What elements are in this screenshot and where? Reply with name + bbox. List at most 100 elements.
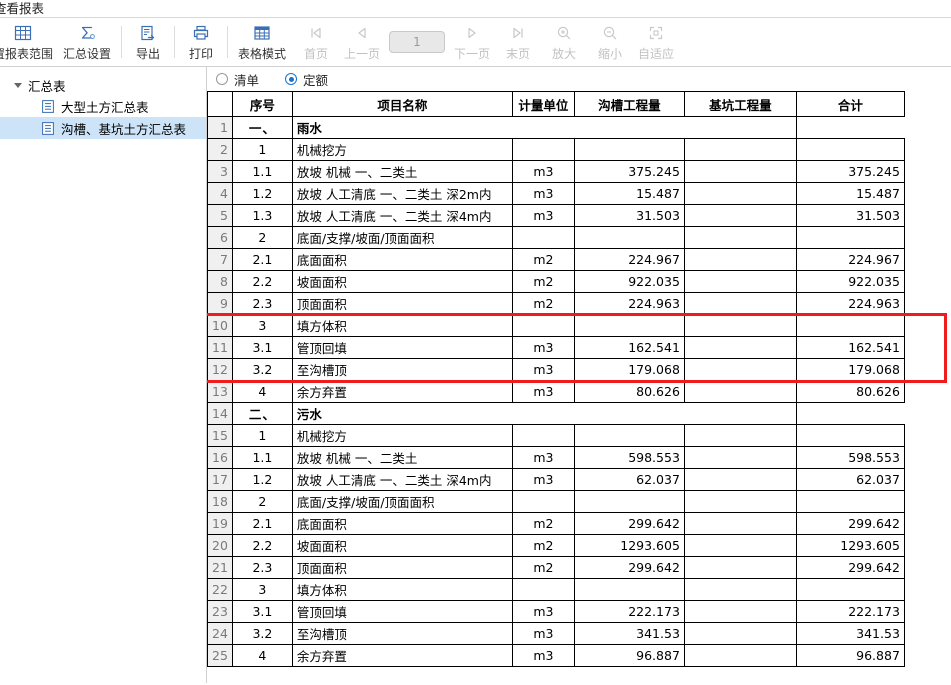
cell-name[interactable]: 污水 [291, 402, 797, 425]
table-row[interactable]: 15 1 机械挖方 [207, 424, 905, 447]
cell-name[interactable]: 放坡 人工清底 一、二类土 深2m内 [291, 182, 513, 205]
table-row[interactable]: 9 2.3 顶面面积 m2 224.963 224.963 [207, 292, 905, 315]
cell-total[interactable]: 162.541 [795, 336, 905, 359]
cell-unit[interactable] [511, 490, 575, 513]
cell-trench-qty[interactable]: 96.887 [573, 644, 685, 667]
cell-trench-qty[interactable] [573, 226, 685, 249]
radio-indicator-selected[interactable] [285, 73, 298, 85]
cell-pit-qty[interactable] [683, 622, 797, 645]
row-number-gutter[interactable]: 2 [207, 138, 233, 161]
cell-unit[interactable]: m3 [511, 380, 575, 403]
cell-total[interactable]: 80.626 [795, 380, 905, 403]
sidebar-item-large-earthwork[interactable]: 大型土方汇总表 [0, 95, 206, 117]
table-row[interactable]: 20 2.2 坡面面积 m2 1293.605 1293.605 [207, 534, 905, 557]
column-header-trench[interactable]: 沟槽工程量 [573, 91, 685, 117]
table-row[interactable]: 25 4 余方弃置 m3 96.887 96.887 [207, 644, 905, 667]
cell-name[interactable]: 坡面面积 [291, 534, 513, 557]
cell-seq[interactable]: 2.2 [231, 270, 293, 293]
cell-unit[interactable]: m2 [511, 292, 575, 315]
cell-name[interactable]: 至沟槽顶 [291, 622, 513, 645]
cell-unit[interactable]: m3 [511, 336, 575, 359]
cell-seq[interactable]: 1.2 [231, 182, 293, 205]
row-number-gutter[interactable]: 8 [207, 270, 233, 293]
chevron-down-icon[interactable] [14, 82, 22, 88]
cell-pit-qty[interactable] [683, 138, 797, 161]
row-number-gutter[interactable]: 6 [207, 226, 233, 249]
table-row[interactable]: 19 2.1 底面面积 m2 299.642 299.642 [207, 512, 905, 535]
cell-seq[interactable]: 1.1 [231, 160, 293, 183]
toolbar-button-zoom-in[interactable]: 放大 [541, 18, 587, 66]
radio-option-qingdan[interactable]: 清单 [216, 70, 259, 89]
row-number-gutter[interactable]: 1 [207, 116, 233, 139]
tree-root-summary-tables[interactable]: 汇总表 [0, 75, 206, 95]
sidebar-item-trench-pit-earthwork[interactable]: 沟槽、基坑土方汇总表 [0, 117, 206, 139]
row-number-gutter[interactable]: 4 [207, 182, 233, 205]
cell-seq[interactable]: 1.3 [231, 204, 293, 227]
cell-seq[interactable]: 4 [231, 380, 293, 403]
cell-name[interactable]: 机械挖方 [291, 138, 513, 161]
cell-total[interactable]: 598.553 [795, 446, 905, 469]
cell-name[interactable]: 管顶回填 [291, 336, 513, 359]
row-number-gutter[interactable]: 20 [207, 534, 233, 557]
cell-name[interactable]: 机械挖方 [291, 424, 513, 447]
cell-pit-qty[interactable] [683, 336, 797, 359]
table-row[interactable]: 16 1.1 放坡 机械 一、二类土 m3 598.553 598.553 [207, 446, 905, 469]
cell-seq[interactable]: 3.1 [231, 336, 293, 359]
row-number-gutter[interactable]: 24 [207, 622, 233, 645]
cell-name[interactable]: 放坡 人工清底 一、二类土 深4m内 [291, 468, 513, 491]
cell-unit[interactable]: m3 [511, 468, 575, 491]
cell-total[interactable]: 299.642 [795, 512, 905, 535]
cell-pit-qty[interactable] [683, 314, 797, 337]
cell-unit[interactable]: m2 [511, 512, 575, 535]
cell-total[interactable] [795, 578, 905, 601]
cell-name[interactable]: 顶面面积 [291, 556, 513, 579]
cell-seq[interactable]: 4 [231, 644, 293, 667]
cell-trench-qty[interactable]: 80.626 [573, 380, 685, 403]
cell-seq[interactable]: 3 [231, 314, 293, 337]
cell-total[interactable]: 341.53 [795, 622, 905, 645]
cell-total[interactable]: 179.068 [795, 358, 905, 381]
cell-total[interactable] [795, 226, 905, 249]
cell-pit-qty[interactable] [683, 556, 797, 579]
cell-unit[interactable]: m2 [511, 556, 575, 579]
cell-name[interactable]: 填方体积 [291, 314, 513, 337]
cell-total[interactable]: 375.245 [795, 160, 905, 183]
cell-trench-qty[interactable] [573, 490, 685, 513]
toolbar-button-fit[interactable]: 自适应 [633, 18, 679, 66]
cell-seq[interactable]: 1 [231, 424, 293, 447]
cell-unit[interactable]: m3 [511, 622, 575, 645]
cell-seq[interactable]: 2.1 [231, 512, 293, 535]
row-number-gutter[interactable]: 25 [207, 644, 233, 667]
cell-name[interactable]: 底面/支撑/坡面/顶面面积 [291, 226, 513, 249]
table-row[interactable]: 10 3 填方体积 [207, 314, 905, 337]
cell-seq[interactable]: 2.3 [231, 556, 293, 579]
cell-name[interactable]: 放坡 人工清底 一、二类土 深4m内 [291, 204, 513, 227]
cell-seq[interactable]: 1.1 [231, 446, 293, 469]
cell-trench-qty[interactable] [573, 424, 685, 447]
row-number-gutter[interactable]: 5 [207, 204, 233, 227]
table-row[interactable]: 2 1 机械挖方 [207, 138, 905, 161]
table-row[interactable]: 22 3 填方体积 [207, 578, 905, 601]
cell-pit-qty[interactable] [683, 160, 797, 183]
toolbar-button-zoom-out[interactable]: 缩小 [587, 18, 633, 66]
cell-name[interactable]: 至沟槽顶 [291, 358, 513, 381]
table-row[interactable]: 13 4 余方弃置 m3 80.626 80.626 [207, 380, 905, 403]
table-row[interactable]: 7 2.1 底面面积 m2 224.967 224.967 [207, 248, 905, 271]
row-number-gutter[interactable]: 17 [207, 468, 233, 491]
cell-name[interactable]: 顶面面积 [291, 292, 513, 315]
cell-name[interactable]: 余方弃置 [291, 380, 513, 403]
table-row[interactable]: 24 3.2 至沟槽顶 m3 341.53 341.53 [207, 622, 905, 645]
cell-trench-qty[interactable]: 224.967 [573, 248, 685, 271]
cell-name[interactable]: 底面面积 [291, 248, 513, 271]
cell-seq[interactable]: 二、 [231, 402, 293, 425]
cell-pit-qty[interactable] [683, 248, 797, 271]
cell-unit[interactable] [511, 424, 575, 447]
table-row[interactable]: 1 一、 雨水 [207, 116, 905, 139]
table-row[interactable]: 17 1.2 放坡 人工清底 一、二类土 深4m内 m3 62.037 62.037 [207, 468, 905, 491]
row-number-gutter[interactable]: 18 [207, 490, 233, 513]
cell-seq[interactable]: 3.2 [231, 358, 293, 381]
toolbar-button-last-page[interactable]: 末页 [495, 18, 541, 66]
cell-total[interactable]: 15.487 [795, 182, 905, 205]
row-number-gutter[interactable]: 11 [207, 336, 233, 359]
cell-trench-qty[interactable]: 31.503 [573, 204, 685, 227]
